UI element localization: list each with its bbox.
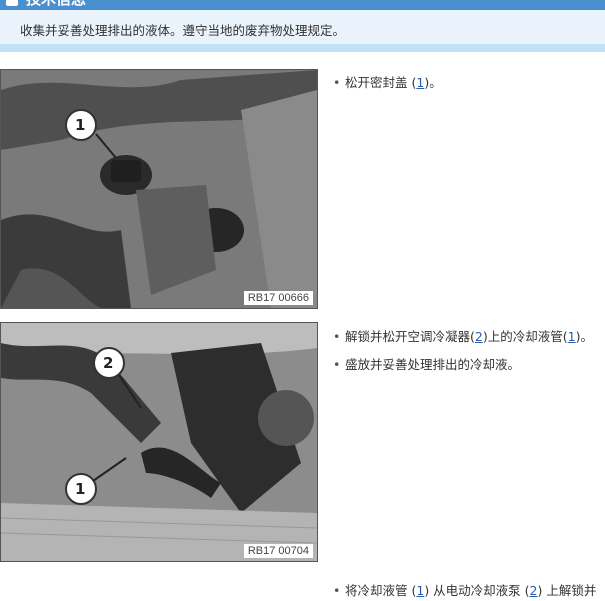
bullet-icon: •	[333, 583, 341, 598]
list-item: • 将冷却液管 (1) 从电动冷却液泵 (2) 上解锁并	[333, 583, 597, 598]
engine-bay-photo-2	[1, 323, 317, 561]
list-item: • 解锁并松开空调冷凝器(2)上的冷却液管(1)。	[333, 329, 593, 344]
section-title: 技术信息	[26, 0, 86, 9]
list-item: • 松开密封盖 (1)。	[333, 75, 442, 90]
info-icon	[6, 0, 18, 6]
list-item: • 盛放并妥善处理排出的冷却液。	[333, 357, 521, 372]
bullet-icon: •	[333, 329, 341, 344]
callout-number: 2	[103, 354, 114, 372]
callout-number: 1	[75, 480, 86, 498]
figure-code: RB17 00704	[243, 544, 313, 558]
ref-link[interactable]: 2	[475, 329, 483, 344]
section-header: 技术信息	[0, 0, 605, 10]
figure-code: RB17 00666	[243, 291, 313, 305]
engine-bay-photo-1	[1, 70, 317, 308]
ref-link[interactable]: 1	[568, 329, 576, 344]
info-note: 收集并妥善处理排出的液体。遵守当地的废弃物处理规定。	[0, 10, 605, 52]
bullet-icon: •	[333, 75, 341, 90]
bullet-icon: •	[333, 357, 341, 372]
figure-coolant-line: 2 1 RB17 00704	[0, 322, 318, 562]
callout-number: 1	[75, 116, 86, 134]
note-text: 收集并妥善处理排出的液体。遵守当地的废弃物处理规定。	[20, 23, 346, 38]
figure-coolant-cap: 1 RB17 00666	[0, 69, 318, 309]
